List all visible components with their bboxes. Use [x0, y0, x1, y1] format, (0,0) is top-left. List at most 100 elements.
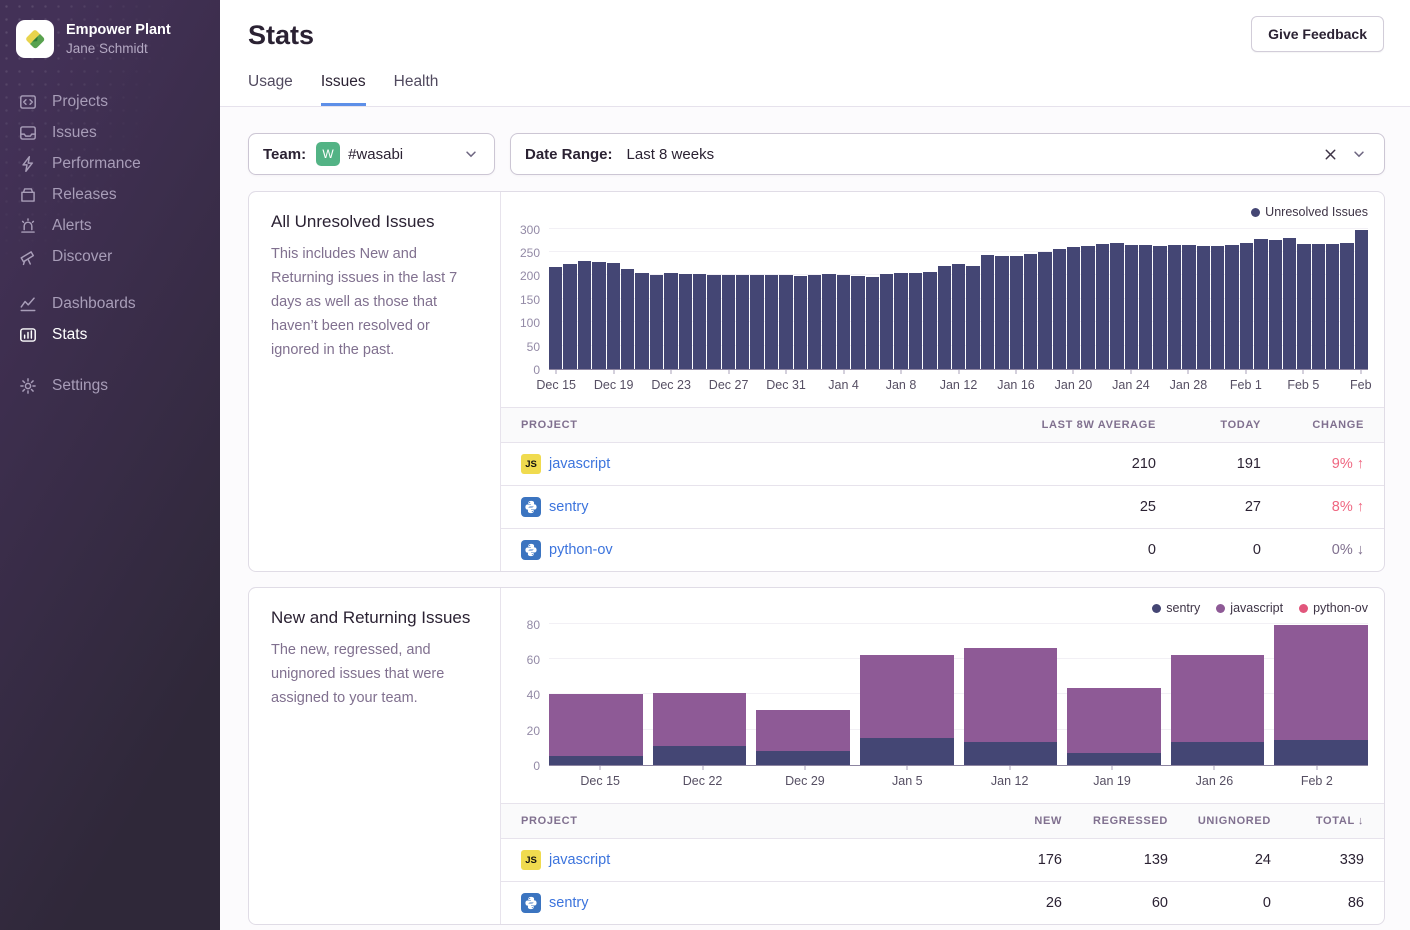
stacked-bar[interactable]	[964, 620, 1058, 765]
bar[interactable]	[966, 266, 979, 369]
chevron-down-icon[interactable]	[1350, 145, 1368, 163]
chart-plot-area[interactable]	[549, 224, 1368, 370]
bar[interactable]	[1168, 245, 1181, 369]
bar[interactable]	[621, 269, 634, 369]
project-link[interactable]: javascript	[549, 456, 610, 472]
bar[interactable]	[923, 272, 936, 369]
bar[interactable]	[1283, 238, 1296, 369]
bar[interactable]	[1081, 246, 1094, 369]
project-link[interactable]: javascript	[549, 852, 610, 868]
clear-icon[interactable]	[1321, 145, 1340, 164]
x-axis-tick-label: Dec 23	[651, 378, 691, 392]
bar[interactable]	[1053, 249, 1066, 369]
bar[interactable]	[822, 274, 835, 369]
bar[interactable]	[635, 273, 648, 369]
sidebar-item-discover[interactable]: Discover	[0, 241, 220, 272]
sidebar-item-settings[interactable]: Settings	[0, 370, 220, 401]
bar[interactable]	[1326, 244, 1339, 369]
bar[interactable]	[1024, 254, 1037, 369]
bar[interactable]	[1297, 244, 1310, 369]
stacked-bar[interactable]	[653, 620, 747, 765]
bar[interactable]	[679, 274, 692, 369]
sidebar-item-performance[interactable]: Performance	[0, 148, 220, 179]
bar[interactable]	[1110, 243, 1123, 369]
org-switcher[interactable]: Empower Plant Jane Schmidt	[0, 0, 220, 64]
stacked-bar[interactable]	[1067, 620, 1161, 765]
chart-plot-area[interactable]	[549, 620, 1368, 766]
bar[interactable]	[1269, 240, 1282, 369]
chevron-down-icon[interactable]	[462, 145, 480, 163]
x-axis-tick	[1360, 370, 1361, 374]
sidebar-item-releases[interactable]: Releases	[0, 179, 220, 210]
bar[interactable]	[851, 276, 864, 369]
bar[interactable]	[808, 275, 821, 369]
project-link[interactable]: sentry	[549, 499, 589, 515]
bar[interactable]	[1355, 230, 1368, 369]
stacked-bar[interactable]	[756, 620, 850, 765]
bar[interactable]	[952, 264, 965, 369]
date-range-filter[interactable]: Date Range: Last 8 weeks	[510, 133, 1385, 175]
legend-item[interactable]: javascript	[1216, 601, 1283, 615]
team-filter[interactable]: Team: W #wasabi	[248, 133, 495, 175]
bar[interactable]	[1125, 245, 1138, 369]
bar[interactable]	[1153, 246, 1166, 369]
bar[interactable]	[995, 256, 1008, 369]
bar[interactable]	[1340, 243, 1353, 369]
bar[interactable]	[607, 263, 620, 369]
bar[interactable]	[1197, 246, 1210, 369]
bar[interactable]	[1096, 244, 1109, 369]
bar[interactable]	[765, 275, 778, 369]
column-header-total[interactable]: TOTAL↓	[1271, 815, 1364, 827]
bar[interactable]	[563, 264, 576, 369]
bar[interactable]	[837, 275, 850, 369]
bar[interactable]	[938, 266, 951, 369]
legend-item[interactable]: python-ov	[1299, 601, 1368, 615]
give-feedback-button[interactable]: Give Feedback	[1251, 16, 1384, 52]
project-link[interactable]: python-ov	[549, 542, 613, 558]
bar[interactable]	[1182, 245, 1195, 369]
bar[interactable]	[1139, 245, 1152, 369]
bar[interactable]	[650, 275, 663, 369]
bar[interactable]	[866, 277, 879, 369]
stacked-bar[interactable]	[1274, 620, 1368, 765]
bar[interactable]	[779, 275, 792, 369]
tab-health[interactable]: Health	[394, 73, 439, 106]
bar[interactable]	[1254, 239, 1267, 369]
stacked-bar[interactable]	[549, 620, 643, 765]
sidebar-item-issues[interactable]: Issues	[0, 117, 220, 148]
sidebar-item-alerts[interactable]: Alerts	[0, 210, 220, 241]
legend-item[interactable]: Unresolved Issues	[1251, 205, 1368, 219]
bar[interactable]	[664, 273, 677, 369]
bar[interactable]	[794, 276, 807, 369]
project-link[interactable]: sentry	[549, 895, 589, 911]
bar[interactable]	[894, 273, 907, 369]
unresolved-issues-chart[interactable]: Unresolved Issues050100150200250300Dec 1…	[501, 192, 1384, 397]
sidebar-item-dashboards[interactable]: Dashboards	[0, 288, 220, 319]
sidebar-item-stats[interactable]: Stats	[0, 319, 220, 350]
tab-issues[interactable]: Issues	[321, 73, 366, 106]
new-returning-issues-chart[interactable]: sentryjavascriptpython-ov020406080Dec 15…	[501, 588, 1384, 793]
bar[interactable]	[1225, 245, 1238, 369]
bar[interactable]	[909, 273, 922, 369]
bar[interactable]	[578, 261, 591, 369]
bar[interactable]	[736, 275, 749, 369]
bar[interactable]	[750, 275, 763, 369]
bar[interactable]	[1312, 244, 1325, 369]
bar[interactable]	[1010, 256, 1023, 369]
bar[interactable]	[707, 275, 720, 369]
bar[interactable]	[880, 274, 893, 369]
bar[interactable]	[1211, 246, 1224, 369]
stacked-bar[interactable]	[1171, 620, 1265, 765]
bar[interactable]	[693, 274, 706, 369]
bar[interactable]	[981, 255, 994, 369]
bar[interactable]	[1067, 247, 1080, 369]
tab-usage[interactable]: Usage	[248, 73, 293, 106]
legend-item[interactable]: sentry	[1152, 601, 1200, 615]
bar[interactable]	[592, 262, 605, 369]
bar[interactable]	[722, 275, 735, 369]
bar[interactable]	[1240, 243, 1253, 369]
stacked-bar[interactable]	[860, 620, 954, 765]
bar[interactable]	[549, 267, 562, 369]
bar[interactable]	[1038, 252, 1051, 369]
sidebar-item-projects[interactable]: Projects	[0, 86, 220, 117]
